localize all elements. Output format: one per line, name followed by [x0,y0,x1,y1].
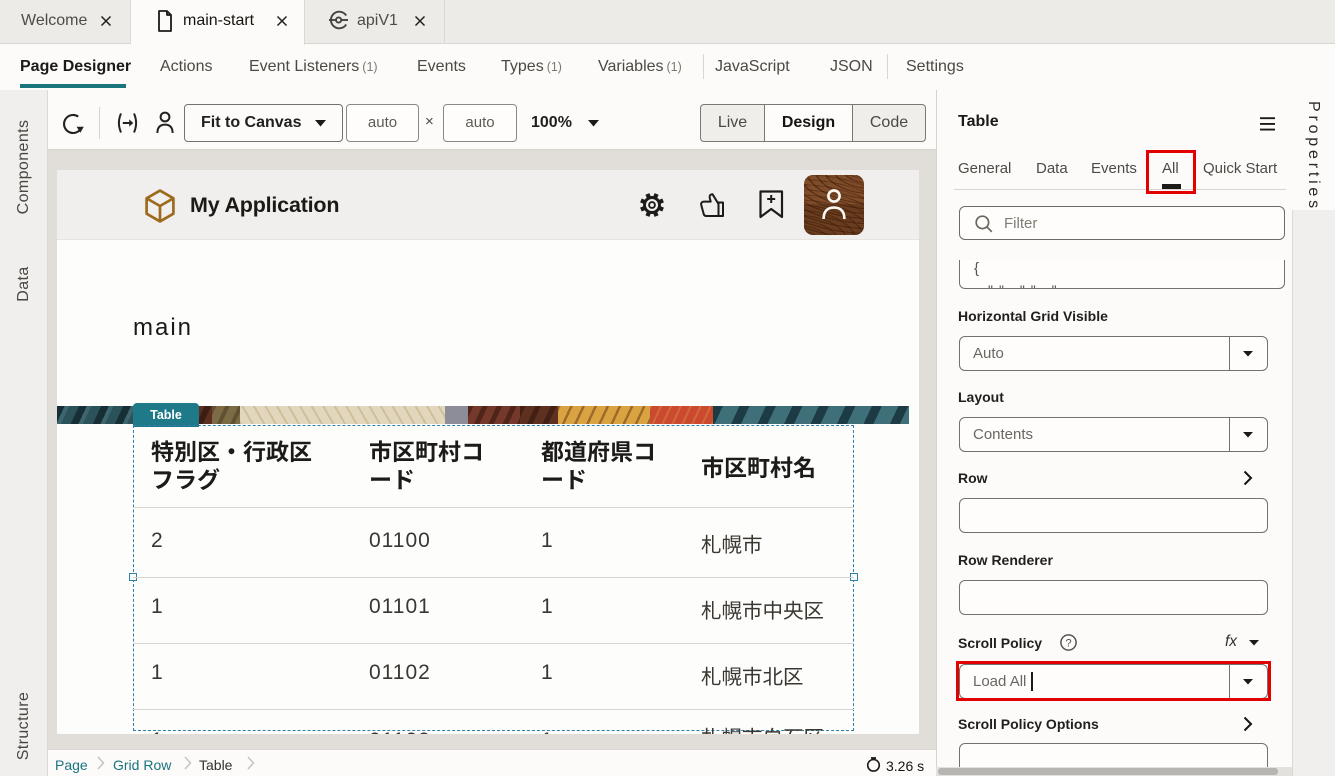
svg-text:?: ? [1065,637,1071,649]
